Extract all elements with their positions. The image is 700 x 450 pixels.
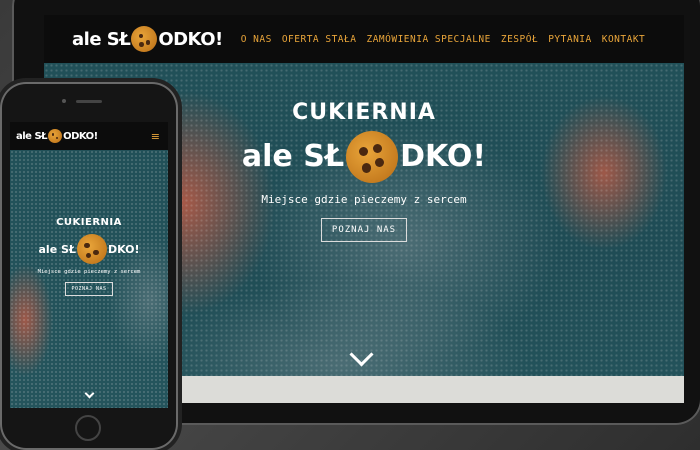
site-navbar: ale SŁ ODKO! O NAS OFERTA STAŁA ZAMÓWIEN… [44, 15, 684, 63]
hamburger-icon[interactable]: ≡ [151, 130, 160, 143]
mobile-hero-tagline: Miejsce gdzie pieczemy z sercem [37, 269, 141, 275]
cookie-icon [131, 26, 158, 52]
mobile-poznaj-nas-button[interactable]: POZNAJ NAS [65, 282, 113, 296]
cookie-icon [48, 129, 63, 143]
site-logo[interactable]: ale SŁ ODKO! [72, 26, 223, 52]
phone-home-button[interactable] [75, 415, 101, 441]
mobile-logo-prefix: ale SŁ [16, 130, 48, 142]
hero-brand-suffix: DKO! [400, 139, 487, 174]
logo-prefix: ale SŁ [72, 28, 131, 50]
nav-item-o-nas[interactable]: O NAS [241, 34, 272, 45]
mobile-hero-brand: ale SŁ DKO! [10, 234, 168, 264]
nav-item-pytania[interactable]: PYTANIA [548, 34, 592, 45]
nav-item-kontakt[interactable]: KONTAKT [602, 34, 646, 45]
mobile-logo-suffix: ODKO! [63, 130, 98, 142]
mobile-logo[interactable]: ale SŁ ODKO! [16, 129, 98, 143]
mobile-brand-prefix: ale SŁ [38, 242, 76, 256]
phone-speaker [76, 100, 102, 103]
mobile-brand-suffix: DKO! [107, 242, 140, 256]
phone-camera [62, 99, 66, 103]
nav-item-oferta-stala[interactable]: OFERTA STAŁA [282, 34, 357, 45]
nav-item-zamowienia-specjalne[interactable]: ZAMÓWIENIA SPECJALNE [366, 34, 490, 45]
mobile-screen: ale SŁ ODKO! ≡ CUKIERNIA ale SŁ DKO! Mie… [10, 122, 168, 408]
mobile-navbar: ale SŁ ODKO! ≡ [10, 122, 168, 150]
cookie-icon [346, 131, 399, 183]
poznaj-nas-button[interactable]: POZNAJ NAS [320, 218, 408, 242]
mobile-hero-title: CUKIERNIA [56, 217, 122, 228]
phone-frame: ale SŁ ODKO! ≡ CUKIERNIA ale SŁ DKO! Mie… [0, 82, 178, 450]
hero-brand-prefix: ale SŁ [241, 139, 345, 174]
nav-item-zespol[interactable]: ZESPÓŁ [501, 34, 538, 45]
logo-suffix: ODKO! [158, 28, 223, 50]
main-nav: O NAS OFERTA STAŁA ZAMÓWIENIA SPECJALNE … [241, 34, 646, 45]
mobile-hero-section: CUKIERNIA ale SŁ DKO! Miejsce gdzie piec… [10, 217, 168, 296]
cookie-icon [76, 234, 107, 264]
